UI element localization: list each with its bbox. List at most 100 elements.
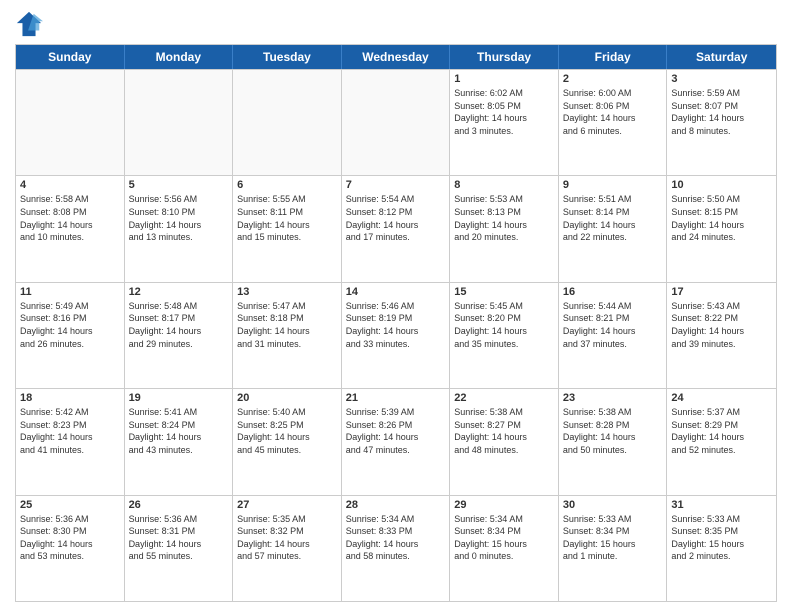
day-cell-23: 23Sunrise: 5:38 AM Sunset: 8:28 PM Dayli… xyxy=(559,389,668,494)
calendar-row-4: 18 Sunrise: 5:42 AM Sunset: 8:23 PM Dayli… xyxy=(16,388,776,494)
day-cell-5: 5 Sunrise: 5:56 AM Sunset: 8:10 PM Daylig… xyxy=(125,176,234,281)
day-cell-31: 31 Sunrise: 5:33 AM Sunset: 8:35 PM Dayli… xyxy=(667,496,776,601)
day-info: Sunrise: 5:47 AM Sunset: 8:18 PM Dayligh… xyxy=(237,300,337,350)
day-info: Sunrise: 5:41 AM Sunset: 8:24 PM Dayligh… xyxy=(129,406,229,456)
day-number: 31 xyxy=(671,499,772,511)
day-number: 18 xyxy=(20,392,120,404)
day-cell-7: 7 Sunrise: 5:54 AM Sunset: 8:12 PM Daylig… xyxy=(342,176,451,281)
day-info: Sunrise: 5:45 AM Sunset: 8:20 PM Dayligh… xyxy=(454,300,554,350)
day-cell-16: 16 Sunrise: 5:44 AM Sunset: 8:21 PM Dayli… xyxy=(559,283,668,388)
day-info: Sunrise: 6:00 AM Sunset: 8:06 PM Dayligh… xyxy=(563,87,663,137)
day-info: Sunrise: 5:43 AM Sunset: 8:22 PM Dayligh… xyxy=(671,300,772,350)
day-cell-6: 6 Sunrise: 5:55 AM Sunset: 8:11 PM Daylig… xyxy=(233,176,342,281)
day-info: Sunrise: 6:02 AM Sunset: 8:05 PM Dayligh… xyxy=(454,87,554,137)
day-info: Sunrise: 5:40 AM Sunset: 8:25 PM Dayligh… xyxy=(237,406,337,456)
day-cell-21: 21 Sunrise: 5:39 AM Sunset: 8:26 PM Dayli… xyxy=(342,389,451,494)
day-cell-10: 10Sunrise: 5:50 AM Sunset: 8:15 PM Dayli… xyxy=(667,176,776,281)
day-number: 21 xyxy=(346,392,446,404)
day-number: 11 xyxy=(20,286,120,298)
day-info: Sunrise: 5:34 AM Sunset: 8:33 PM Dayligh… xyxy=(346,513,446,563)
day-info: Sunrise: 5:46 AM Sunset: 8:19 PM Dayligh… xyxy=(346,300,446,350)
calendar-row-1: 1Sunrise: 6:02 AM Sunset: 8:05 PM Daylig… xyxy=(16,69,776,175)
day-info: Sunrise: 5:37 AM Sunset: 8:29 PM Dayligh… xyxy=(671,406,772,456)
day-info: Sunrise: 5:35 AM Sunset: 8:32 PM Dayligh… xyxy=(237,513,337,563)
day-info: Sunrise: 5:38 AM Sunset: 8:27 PM Dayligh… xyxy=(454,406,554,456)
day-number: 20 xyxy=(237,392,337,404)
day-cell-24: 24 Sunrise: 5:37 AM Sunset: 8:29 PM Dayli… xyxy=(667,389,776,494)
day-info: Sunrise: 5:48 AM Sunset: 8:17 PM Dayligh… xyxy=(129,300,229,350)
day-number: 7 xyxy=(346,179,446,191)
day-cell-19: 19 Sunrise: 5:41 AM Sunset: 8:24 PM Dayli… xyxy=(125,389,234,494)
header xyxy=(15,10,777,38)
day-cell-1: 1Sunrise: 6:02 AM Sunset: 8:05 PM Daylig… xyxy=(450,70,559,175)
day-info: Sunrise: 5:54 AM Sunset: 8:12 PM Dayligh… xyxy=(346,193,446,243)
empty-cell-r0c1 xyxy=(125,70,234,175)
logo xyxy=(15,10,47,38)
day-number: 19 xyxy=(129,392,229,404)
empty-cell-r0c3 xyxy=(342,70,451,175)
day-cell-28: 28 Sunrise: 5:34 AM Sunset: 8:33 PM Dayli… xyxy=(342,496,451,601)
day-info: Sunrise: 5:34 AM Sunset: 8:34 PM Dayligh… xyxy=(454,513,554,563)
day-number: 23 xyxy=(563,392,663,404)
day-info: Sunrise: 5:42 AM Sunset: 8:23 PM Dayligh… xyxy=(20,406,120,456)
day-info: Sunrise: 5:39 AM Sunset: 8:26 PM Dayligh… xyxy=(346,406,446,456)
header-day-tuesday: Tuesday xyxy=(233,45,342,69)
day-cell-30: 30Sunrise: 5:33 AM Sunset: 8:34 PM Dayli… xyxy=(559,496,668,601)
day-number: 24 xyxy=(671,392,772,404)
day-cell-13: 13Sunrise: 5:47 AM Sunset: 8:18 PM Dayli… xyxy=(233,283,342,388)
day-cell-4: 4 Sunrise: 5:58 AM Sunset: 8:08 PM Daylig… xyxy=(16,176,125,281)
day-number: 3 xyxy=(671,73,772,85)
calendar-row-2: 4 Sunrise: 5:58 AM Sunset: 8:08 PM Daylig… xyxy=(16,175,776,281)
page: SundayMondayTuesdayWednesdayThursdayFrid… xyxy=(0,0,792,612)
header-day-wednesday: Wednesday xyxy=(342,45,451,69)
day-info: Sunrise: 5:33 AM Sunset: 8:35 PM Dayligh… xyxy=(671,513,772,563)
calendar-header: SundayMondayTuesdayWednesdayThursdayFrid… xyxy=(16,45,776,69)
day-number: 4 xyxy=(20,179,120,191)
day-number: 15 xyxy=(454,286,554,298)
day-number: 2 xyxy=(563,73,663,85)
day-cell-11: 11 Sunrise: 5:49 AM Sunset: 8:16 PM Dayli… xyxy=(16,283,125,388)
day-info: Sunrise: 5:33 AM Sunset: 8:34 PM Dayligh… xyxy=(563,513,663,563)
day-info: Sunrise: 5:51 AM Sunset: 8:14 PM Dayligh… xyxy=(563,193,663,243)
day-number: 16 xyxy=(563,286,663,298)
day-info: Sunrise: 5:50 AM Sunset: 8:15 PM Dayligh… xyxy=(671,193,772,243)
day-number: 29 xyxy=(454,499,554,511)
day-info: Sunrise: 5:55 AM Sunset: 8:11 PM Dayligh… xyxy=(237,193,337,243)
day-info: Sunrise: 5:44 AM Sunset: 8:21 PM Dayligh… xyxy=(563,300,663,350)
day-number: 17 xyxy=(671,286,772,298)
day-number: 28 xyxy=(346,499,446,511)
header-day-thursday: Thursday xyxy=(450,45,559,69)
day-number: 27 xyxy=(237,499,337,511)
day-info: Sunrise: 5:58 AM Sunset: 8:08 PM Dayligh… xyxy=(20,193,120,243)
day-cell-27: 27 Sunrise: 5:35 AM Sunset: 8:32 PM Dayli… xyxy=(233,496,342,601)
day-number: 22 xyxy=(454,392,554,404)
day-cell-25: 25 Sunrise: 5:36 AM Sunset: 8:30 PM Dayli… xyxy=(16,496,125,601)
day-cell-22: 22 Sunrise: 5:38 AM Sunset: 8:27 PM Dayli… xyxy=(450,389,559,494)
day-cell-8: 8 Sunrise: 5:53 AM Sunset: 8:13 PM Daylig… xyxy=(450,176,559,281)
header-day-monday: Monday xyxy=(125,45,234,69)
day-info: Sunrise: 5:53 AM Sunset: 8:13 PM Dayligh… xyxy=(454,193,554,243)
day-number: 25 xyxy=(20,499,120,511)
logo-icon xyxy=(15,10,43,38)
day-info: Sunrise: 5:56 AM Sunset: 8:10 PM Dayligh… xyxy=(129,193,229,243)
day-info: Sunrise: 5:36 AM Sunset: 8:30 PM Dayligh… xyxy=(20,513,120,563)
day-info: Sunrise: 5:59 AM Sunset: 8:07 PM Dayligh… xyxy=(671,87,772,137)
day-cell-2: 2 Sunrise: 6:00 AM Sunset: 8:06 PM Daylig… xyxy=(559,70,668,175)
day-cell-18: 18 Sunrise: 5:42 AM Sunset: 8:23 PM Dayli… xyxy=(16,389,125,494)
day-cell-17: 17 Sunrise: 5:43 AM Sunset: 8:22 PM Dayli… xyxy=(667,283,776,388)
header-day-sunday: Sunday xyxy=(16,45,125,69)
day-number: 6 xyxy=(237,179,337,191)
calendar-body: 1Sunrise: 6:02 AM Sunset: 8:05 PM Daylig… xyxy=(16,69,776,601)
header-day-friday: Friday xyxy=(559,45,668,69)
day-cell-9: 9 Sunrise: 5:51 AM Sunset: 8:14 PM Daylig… xyxy=(559,176,668,281)
day-number: 12 xyxy=(129,286,229,298)
header-day-saturday: Saturday xyxy=(667,45,776,69)
day-cell-12: 12 Sunrise: 5:48 AM Sunset: 8:17 PM Dayli… xyxy=(125,283,234,388)
day-number: 5 xyxy=(129,179,229,191)
day-number: 8 xyxy=(454,179,554,191)
calendar-row-3: 11 Sunrise: 5:49 AM Sunset: 8:16 PM Dayli… xyxy=(16,282,776,388)
day-number: 14 xyxy=(346,286,446,298)
day-cell-15: 15 Sunrise: 5:45 AM Sunset: 8:20 PM Dayli… xyxy=(450,283,559,388)
day-info: Sunrise: 5:49 AM Sunset: 8:16 PM Dayligh… xyxy=(20,300,120,350)
day-number: 9 xyxy=(563,179,663,191)
